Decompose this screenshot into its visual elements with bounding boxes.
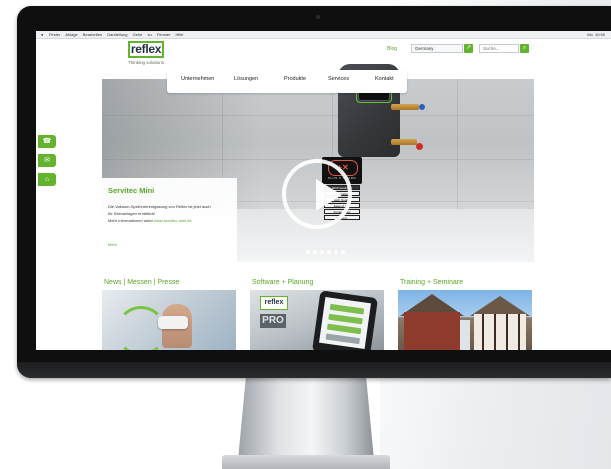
- browser-screen: ● Finder Ablage Bearbeiten Darstellung G…: [36, 31, 611, 350]
- more-link[interactable]: Mehr: [108, 242, 117, 247]
- banner-image: [460, 320, 470, 350]
- monitor-stand: [238, 374, 374, 460]
- os-clock: Mo. 10:55: [587, 32, 605, 37]
- servitec-link[interactable]: www.servitec-mini.de: [154, 218, 192, 223]
- slider-dot-active[interactable]: [313, 250, 317, 254]
- nav-item-produkte[interactable]: Produkte: [284, 76, 306, 82]
- slider-dot[interactable]: [306, 250, 310, 254]
- timber-house-roof: [470, 296, 530, 316]
- tag-icon[interactable]: ⌂: [38, 173, 56, 186]
- nav-item-services[interactable]: Services: [328, 76, 349, 82]
- tile-title-news[interactable]: News | Messen | Presse: [104, 279, 179, 286]
- hero-description: Die Vakuum-Sprührohrentgasung von Reflex…: [108, 203, 234, 224]
- play-icon[interactable]: [316, 179, 342, 211]
- reflex-logo[interactable]: reflex: [128, 41, 164, 58]
- chat-icon[interactable]: ☎: [38, 135, 56, 148]
- tile-title-software[interactable]: Software + Planung: [252, 279, 313, 286]
- hero-text-line: für Kleinanlagen erhältlich!: [108, 211, 156, 216]
- valve-red: [416, 143, 423, 150]
- tile-title-training[interactable]: Training + Seminare: [400, 279, 463, 286]
- os-menu-bar: ● Finder Ablage Bearbeiten Darstellung G…: [36, 31, 611, 39]
- slider-dot[interactable]: [341, 250, 345, 254]
- hero-text-line: Die Vakuum-Sprührohrentgasung von Reflex…: [108, 204, 211, 209]
- tile-image-software[interactable]: reflex PRO: [250, 290, 384, 350]
- hero-info-box: Servitec Mini Die Vakuum-Sprührohrentgas…: [102, 178, 237, 262]
- nav-item-kontakt[interactable]: Kontakt: [375, 76, 394, 82]
- blog-link[interactable]: Blog: [387, 46, 397, 52]
- camera-icon: [316, 15, 320, 19]
- pipe: [391, 139, 417, 145]
- slider-dot[interactable]: [320, 250, 324, 254]
- search-button[interactable]: ⌕: [520, 44, 529, 53]
- valve-blue: [419, 104, 425, 110]
- tile-image-training[interactable]: [398, 290, 532, 350]
- mail-icon[interactable]: ✉: [38, 154, 56, 167]
- country-select[interactable]: Germany: [411, 44, 463, 53]
- nav-item-loesungen[interactable]: Lösungen: [234, 76, 258, 82]
- arrow-icon: ↗: [465, 45, 472, 51]
- brick-house-image: [404, 312, 460, 350]
- apple-icon[interactable]: ●: [41, 31, 43, 38]
- hero-text-line: Mehr Informationen unter: [108, 218, 155, 223]
- search-icon: ⌕: [522, 45, 527, 51]
- os-menu-items[interactable]: Finder Ablage Bearbeiten Darstellung Geh…: [49, 31, 184, 38]
- slider-dot[interactable]: [334, 250, 338, 254]
- monitor-chin: [17, 362, 611, 378]
- hero-title: Servitec Mini: [108, 186, 155, 195]
- pro-badge: PRO: [260, 314, 286, 328]
- search-input[interactable]: Suche...: [479, 44, 519, 53]
- country-go-button[interactable]: ↗: [464, 44, 473, 53]
- slider-dot[interactable]: [327, 250, 331, 254]
- vr-headset-icon: [158, 316, 188, 329]
- pipe: [391, 104, 419, 110]
- tile-image-news[interactable]: [102, 290, 236, 350]
- logo-tagline: Thinking solutions.: [128, 60, 166, 65]
- monitor-stand-base: [222, 455, 390, 469]
- logo-text: reflex: [130, 42, 162, 56]
- nav-item-unternehmen[interactable]: Unternehmen: [181, 76, 214, 82]
- timber-house-image: [474, 314, 526, 350]
- smartphone-screen: [319, 297, 371, 349]
- reflex-pro-logo: reflex: [260, 296, 288, 310]
